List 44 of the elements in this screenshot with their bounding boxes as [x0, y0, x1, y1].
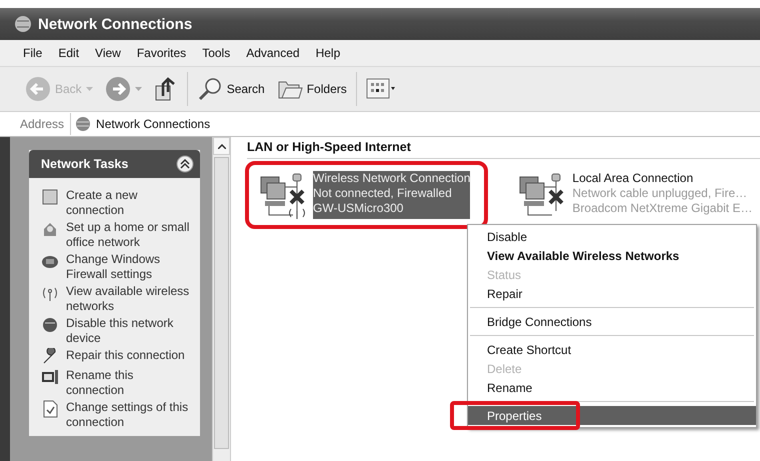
search-button[interactable]: Search — [194, 74, 268, 104]
task-link[interactable]: Disable this network device — [41, 316, 194, 346]
folders-button[interactable]: Folders — [274, 75, 350, 103]
menu-item[interactable]: Rename — [468, 378, 756, 397]
task-link[interactable]: Set up a home or small office network — [41, 220, 194, 250]
address-field[interactable]: Network Connections — [70, 113, 760, 135]
menu-item[interactable]: Bridge Connections — [468, 312, 756, 331]
home-network-icon — [41, 220, 59, 238]
menu-item[interactable]: View — [88, 44, 128, 62]
menu-item[interactable]: Help — [308, 44, 348, 62]
menu-item[interactable]: Edit — [51, 44, 86, 62]
menu-item[interactable]: View Available Wireless Networks — [468, 246, 756, 265]
views-icon — [366, 78, 396, 100]
task-link[interactable]: View available wireless networks — [41, 284, 194, 314]
menu-item[interactable]: Disable — [468, 227, 756, 246]
scrollbar[interactable] — [212, 137, 231, 461]
menu-item[interactable]: Properties — [468, 406, 756, 425]
collapse-icon[interactable] — [176, 155, 194, 173]
menu-item[interactable]: Create Shortcut — [468, 340, 756, 359]
menu-item[interactable]: File — [16, 44, 50, 62]
task-link[interactable]: Rename this connection — [41, 368, 194, 398]
scroll-thumb[interactable] — [214, 157, 229, 449]
menu-item[interactable]: Favorites — [130, 44, 194, 62]
task-link[interactable]: Create a new connection — [41, 188, 194, 218]
dropdown-caret-icon — [86, 87, 93, 91]
address-label: Address — [20, 117, 64, 131]
task-link[interactable]: Change settings of this connection — [41, 400, 194, 430]
up-caret-icon — [218, 144, 226, 148]
search-icon — [196, 76, 223, 102]
menu-item[interactable]: Tools — [195, 44, 238, 62]
menu-item[interactable]: Repair — [468, 284, 756, 303]
task-link[interactable]: Repair this connection — [41, 348, 194, 366]
window-title: Network Connections — [38, 16, 192, 32]
connection-label[interactable]: Wireless Network Connection Not connected, Firewalled GW-USMicro300 — [313, 171, 470, 219]
dropdown-caret-icon — [134, 87, 142, 91]
task-link[interactable]: Change Windows Firewall settings — [41, 252, 194, 282]
scroll-up-button[interactable] — [213, 137, 230, 155]
panel-title: Network Tasks — [41, 157, 128, 171]
group-heading: LAN or High-Speed Internet — [247, 140, 760, 159]
rename-icon — [41, 368, 59, 386]
connection-label[interactable]: Local Area Connection Network cable unplugged, Fire… Broadcom NetXtreme Gigabit E… — [572, 171, 752, 219]
settings-document-icon — [41, 400, 59, 418]
connection-item[interactable]: Local Area Connection Network cable unplugged, Fire… Broadcom NetXtreme Gigabit E… — [504, 161, 760, 229]
menu-item[interactable]: Advanced — [239, 44, 307, 62]
